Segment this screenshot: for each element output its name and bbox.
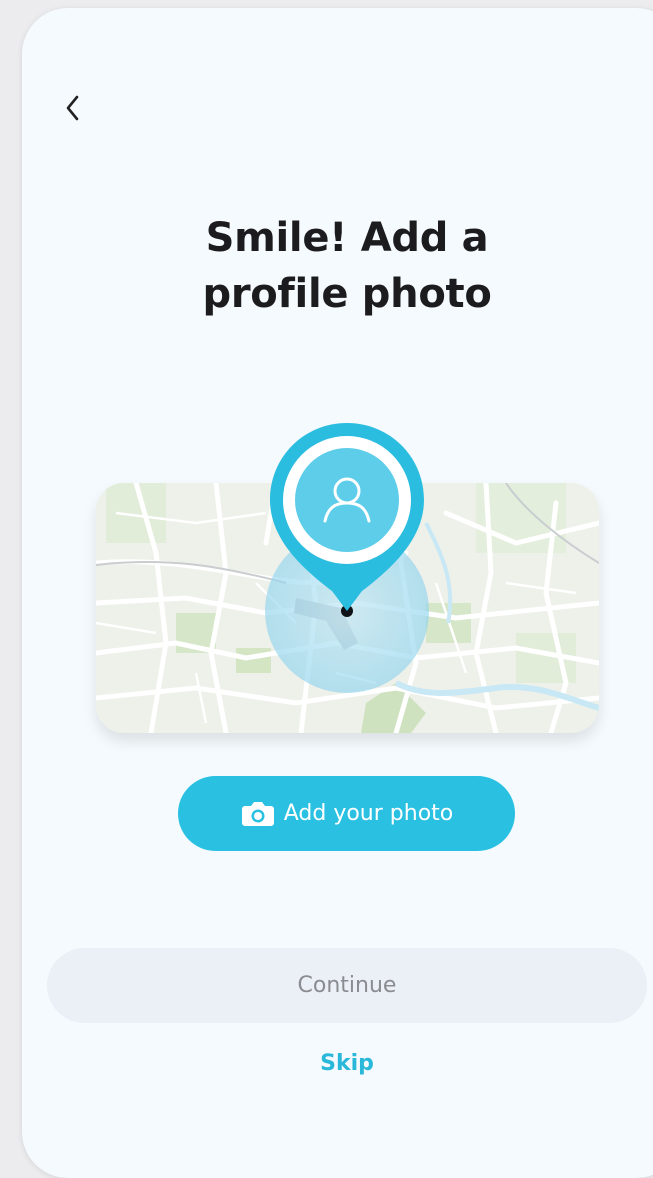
skip-link[interactable]: Skip [22, 1051, 653, 1076]
add-photo-label: Add your photo [283, 801, 454, 826]
location-pin [268, 421, 426, 621]
continue-label: Continue [297, 973, 397, 998]
camera-icon [240, 800, 276, 828]
map-illustration [96, 413, 601, 738]
title-line-1: Smile! Add a [205, 215, 489, 261]
onboarding-screen: Smile! Add a profile photo Add your phot… [22, 8, 653, 1178]
add-photo-button[interactable]: Add your photo [178, 776, 515, 851]
page-title: Smile! Add a profile photo [22, 210, 653, 322]
back-button[interactable] [58, 90, 88, 126]
chevron-left-icon [66, 95, 79, 121]
continue-button[interactable]: Continue [47, 948, 647, 1023]
title-line-2: profile photo [202, 271, 492, 317]
